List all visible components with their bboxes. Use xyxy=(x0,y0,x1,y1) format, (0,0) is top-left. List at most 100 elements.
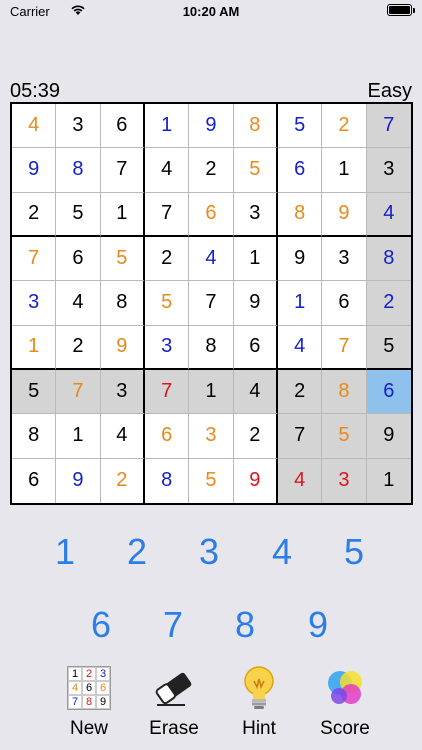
board-cell[interactable]: 8 xyxy=(277,192,323,237)
board-cell[interactable]: 7 xyxy=(100,148,145,193)
board-cell[interactable]: 6 xyxy=(277,148,323,193)
numpad-button-1[interactable]: 1 xyxy=(40,522,90,582)
board-cell[interactable]: 9 xyxy=(56,458,101,503)
board-cell[interactable]: 8 xyxy=(144,458,190,503)
board-cell[interactable]: 7 xyxy=(56,369,101,415)
board-cell[interactable]: 7 xyxy=(144,369,190,415)
board-cell[interactable]: 8 xyxy=(100,281,145,326)
sudoku-board: 4361985279874256132517638947652419383485… xyxy=(10,102,413,505)
board-cell[interactable]: 3 xyxy=(56,104,101,149)
board-cell[interactable]: 9 xyxy=(233,458,278,503)
hint-button[interactable]: Hint xyxy=(219,664,299,740)
board-cell[interactable]: 2 xyxy=(100,458,145,503)
board-cell[interactable]: 2 xyxy=(366,281,411,326)
board-cell[interactable]: 3 xyxy=(144,325,190,370)
board-cell[interactable]: 7 xyxy=(12,236,57,282)
board-cell[interactable]: 8 xyxy=(322,369,367,415)
board-cell[interactable]: 8 xyxy=(12,414,57,459)
board-cell[interactable]: 5 xyxy=(12,369,57,415)
board-cell[interactable]: 3 xyxy=(233,192,278,237)
board-cell[interactable]: 3 xyxy=(12,281,57,326)
board-cell[interactable]: 1 xyxy=(12,325,57,370)
new-label: New xyxy=(69,718,108,739)
score-label: Score xyxy=(320,718,370,739)
numpad-button-8[interactable]: 8 xyxy=(220,595,270,655)
board-cell[interactable]: 9 xyxy=(233,281,278,326)
board-cell[interactable]: 7 xyxy=(277,414,323,459)
board-cell[interactable]: 1 xyxy=(277,281,323,326)
board-cell[interactable]: 5 xyxy=(144,281,190,326)
erase-label: Erase xyxy=(149,718,199,739)
board-cell[interactable]: 2 xyxy=(233,414,278,459)
board-cell[interactable]: 9 xyxy=(189,104,234,149)
board-cell[interactable]: 6 xyxy=(322,281,367,326)
board-cell[interactable]: 6 xyxy=(189,192,234,237)
board-cell[interactable]: 6 xyxy=(56,236,101,282)
numpad-button-4[interactable]: 4 xyxy=(257,522,307,582)
board-cell[interactable]: 8 xyxy=(189,325,234,370)
board-cell[interactable]: 4 xyxy=(233,369,278,415)
board-cell[interactable]: 4 xyxy=(100,414,145,459)
board-cell[interactable]: 6 xyxy=(12,458,57,503)
board-cell[interactable]: 3 xyxy=(322,236,367,282)
board-cell[interactable]: 8 xyxy=(366,236,411,282)
board-cell[interactable]: 1 xyxy=(366,458,411,503)
numpad-button-2[interactable]: 2 xyxy=(112,522,162,582)
erase-button[interactable]: Erase xyxy=(134,664,214,740)
mini-grid-digit: 3 xyxy=(96,667,110,681)
board-cell[interactable]: 1 xyxy=(189,369,234,415)
board-cell[interactable]: 4 xyxy=(366,192,411,237)
board-cell[interactable]: 6 xyxy=(100,104,145,149)
board-cell[interactable]: 7 xyxy=(144,192,190,237)
board-cell[interactable]: 9 xyxy=(366,414,411,459)
board-cell[interactable]: 9 xyxy=(100,325,145,370)
numpad-button-9[interactable]: 9 xyxy=(293,595,343,655)
numpad-button-3[interactable]: 3 xyxy=(184,522,234,582)
board-cell[interactable]: 6 xyxy=(233,325,278,370)
board-cell[interactable]: 3 xyxy=(189,414,234,459)
numpad-button-7[interactable]: 7 xyxy=(148,595,198,655)
board-cell[interactable]: 4 xyxy=(12,104,57,149)
board-cell[interactable]: 4 xyxy=(56,281,101,326)
board-cell[interactable]: 9 xyxy=(322,192,367,237)
board-cell[interactable]: 1 xyxy=(56,414,101,459)
board-cell[interactable]: 2 xyxy=(144,236,190,282)
board-cell[interactable]: 1 xyxy=(100,192,145,237)
board-cell[interactable]: 4 xyxy=(277,458,323,503)
board-cell[interactable]: 4 xyxy=(189,236,234,282)
board-cell[interactable]: 4 xyxy=(277,325,323,370)
numpad-button-6[interactable]: 6 xyxy=(76,595,126,655)
board-cell[interactable]: 7 xyxy=(189,281,234,326)
board-cell[interactable]: 2 xyxy=(12,192,57,237)
board-cell[interactable]: 5 xyxy=(366,325,411,370)
board-cell[interactable]: 5 xyxy=(56,192,101,237)
board-cell[interactable]: 3 xyxy=(366,148,411,193)
board-cell[interactable]: 9 xyxy=(277,236,323,282)
board-cell[interactable]: 3 xyxy=(100,369,145,415)
new-game-button[interactable]: 123466789 New xyxy=(49,664,129,740)
board-cell[interactable]: 2 xyxy=(189,148,234,193)
board-cell[interactable]: 6 xyxy=(366,369,411,415)
board-cell[interactable]: 6 xyxy=(144,414,190,459)
mini-grid-digit: 7 xyxy=(68,695,82,709)
board-cell[interactable]: 1 xyxy=(233,236,278,282)
board-cell[interactable]: 2 xyxy=(277,369,323,415)
board-cell[interactable]: 7 xyxy=(322,325,367,370)
board-cell[interactable]: 5 xyxy=(189,458,234,503)
board-cell[interactable]: 3 xyxy=(322,458,367,503)
board-cell[interactable]: 7 xyxy=(366,104,411,149)
board-cell[interactable]: 5 xyxy=(277,104,323,149)
board-cell[interactable]: 5 xyxy=(322,414,367,459)
numpad-button-5[interactable]: 5 xyxy=(329,522,379,582)
board-cell[interactable]: 8 xyxy=(56,148,101,193)
board-cell[interactable]: 2 xyxy=(56,325,101,370)
board-cell[interactable]: 1 xyxy=(322,148,367,193)
board-cell[interactable]: 4 xyxy=(144,148,190,193)
board-cell[interactable]: 8 xyxy=(233,104,278,149)
board-cell[interactable]: 2 xyxy=(322,104,367,149)
board-cell[interactable]: 1 xyxy=(144,104,190,149)
board-cell[interactable]: 5 xyxy=(100,236,145,282)
board-cell[interactable]: 9 xyxy=(12,148,57,193)
board-cell[interactable]: 5 xyxy=(233,148,278,193)
score-button[interactable]: Score xyxy=(305,664,385,740)
